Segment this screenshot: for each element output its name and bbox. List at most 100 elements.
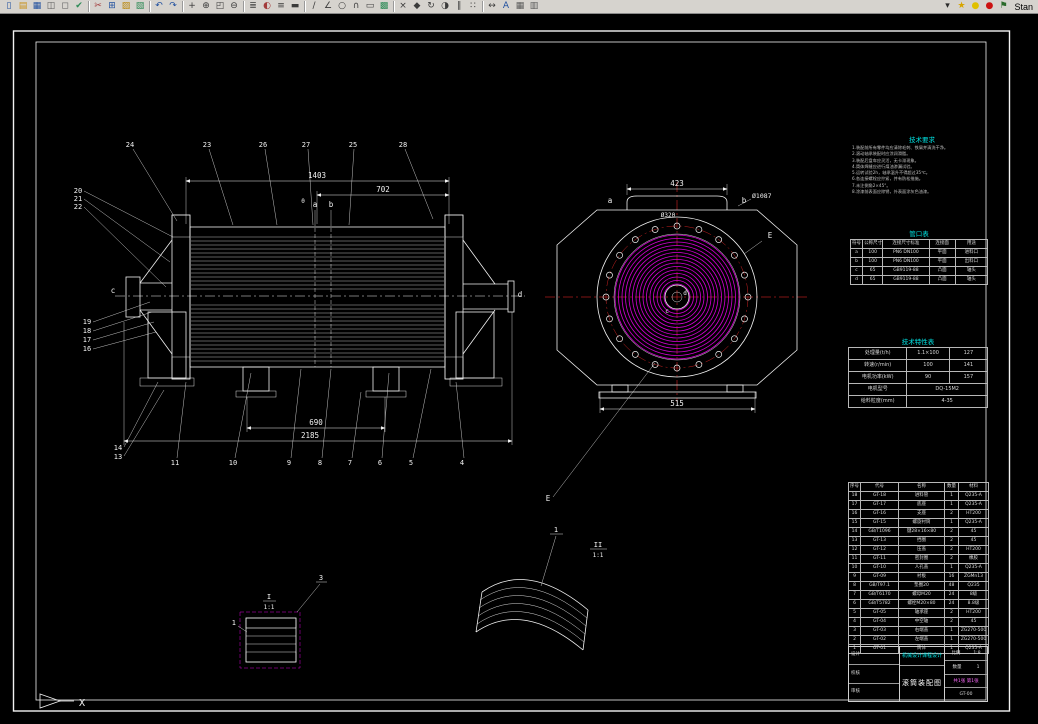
style-icon[interactable]: ★ (954, 0, 968, 13)
dimension-text: Ø320 (661, 212, 676, 219)
table-cell: 14 (848, 527, 861, 537)
table-row: 11 GT-11 密封圈 2 橡胶 (848, 554, 989, 564)
table-cell: GT-18 (860, 491, 899, 501)
cut-icon[interactable]: ✂ (91, 0, 105, 13)
zoom-window-icon[interactable]: ◰ (213, 0, 227, 13)
table-row: 14 GB/T1096 键28×16×80 2 45 (848, 527, 989, 537)
table-icon[interactable]: ▦ (513, 0, 527, 13)
table-cell: 13 (848, 536, 861, 546)
save-icon[interactable]: ▦ (30, 0, 44, 13)
lineweight-icon[interactable]: ▬ (288, 0, 302, 13)
table-cell: 9 (848, 572, 861, 582)
table-cell: GT-15 (860, 518, 899, 528)
dimension-icon[interactable]: ↔ (485, 0, 499, 13)
toolbar-separator (243, 1, 244, 12)
notes-body: 1.装配前所有零件均应清除毛刺、铁屑并清洗干净。 2.滚动轴承装配时应涂润滑脂。 3… (852, 145, 992, 195)
balloon-number: 26 (259, 141, 267, 149)
tech-table-panel: 技术特性表 处理量(t/h) 1.1×100 127 转速(r/min) 100 141 电… (847, 336, 989, 408)
hatch-icon[interactable]: ▩ (377, 0, 391, 13)
tech-characteristics-table: 处理量(t/h) 1.1×100 127 转速(r/min) 100 141 电机功率(kW… (847, 347, 989, 408)
preview-icon[interactable]: ◻ (58, 0, 72, 13)
drawing-title: 滚筒装配图 (902, 679, 942, 688)
paste-icon[interactable]: ▨ (119, 0, 133, 13)
dropdown-arrow-icon[interactable]: ▾ (940, 0, 954, 13)
table-cell: b (849, 257, 864, 267)
table-cell: 橡胶 (958, 554, 989, 564)
table-cell: 12 (848, 545, 861, 555)
table-cell: HT200 (958, 509, 989, 519)
polyline-icon[interactable]: ∠ (321, 0, 335, 13)
table-cell: GT-03 (860, 626, 899, 636)
table-row: 电机功率(kW) 90 157 (847, 371, 989, 384)
toolbar-icon-group: ▯ ▤ ▦ ◫ ◻ ✔ ✂ ⊞ ▨ ▧ ↶ ↷ + ⊕ ◰ ⊖ ≣ ◐ ≡ ▬ ∕ ∠ ○ ∩ ▭ ▩ × ◆ ↻ ◑ ∥ ∷ ↔ A ▦ ▥ (2, 0, 541, 13)
circle-icon[interactable]: ○ (335, 0, 349, 13)
new-icon[interactable]: ▯ (2, 0, 16, 13)
table-cell: PN6 DN100 (882, 248, 930, 258)
table-cell: Q235-A (958, 518, 989, 528)
table-cell: GB/T97.1 (860, 581, 899, 591)
erase-icon[interactable]: × (396, 0, 410, 13)
balloon-number: 27 (302, 141, 310, 149)
redo-icon[interactable]: ↷ (166, 0, 180, 13)
copy-icon[interactable]: ⊞ (105, 0, 119, 13)
linetype-icon[interactable]: ≡ (274, 0, 288, 13)
drum-winding-lines (191, 236, 444, 362)
table-cell: GT-13 (860, 536, 899, 546)
table-cell: GB/T6170 (860, 590, 899, 600)
table-cell: 6 (848, 599, 861, 609)
properties-icon[interactable]: ▥ (527, 0, 541, 13)
table-cell: 2 (848, 635, 861, 645)
balloon-number: 9 (287, 459, 291, 467)
rectangle-icon[interactable]: ▭ (363, 0, 377, 13)
layer-color-icon[interactable]: ◐ (260, 0, 274, 13)
table-cell: 1 (944, 500, 959, 510)
table-cell: GB/T1096 (860, 527, 899, 537)
company-name: 机械设计课程设计 (900, 647, 944, 666)
table-row: c 65 GB9119-88 凸面 轴头 (849, 266, 989, 276)
arc-icon[interactable]: ∩ (349, 0, 363, 13)
table-cell: 100 (862, 257, 884, 267)
rotate-icon[interactable]: ↻ (424, 0, 438, 13)
table-row: 9 GT-09 衬板 16 ZGMn13 (848, 572, 989, 582)
table-cell: Q235-A (958, 491, 989, 501)
offset-icon[interactable]: ∥ (452, 0, 466, 13)
undo-icon[interactable]: ↶ (152, 0, 166, 13)
table-cell: ZG270-500 (958, 635, 989, 645)
mirror-icon[interactable]: ◑ (438, 0, 452, 13)
table-row: 电机型号 DQ-15M2 (847, 383, 988, 396)
zoom-out-icon[interactable]: ⊖ (227, 0, 241, 13)
record-icon[interactable]: ● (982, 0, 996, 13)
table-cell: 右端盖 (898, 626, 945, 636)
text-icon[interactable]: A (499, 0, 513, 13)
toolbar-right-group: ▾ ★ ● ● ⚑ Stan (940, 0, 1036, 13)
column-header: 连接面 (928, 239, 956, 249)
match-properties-icon[interactable]: ▧ (133, 0, 147, 13)
table-cell: 24 (944, 590, 959, 600)
detail-view-i: 1 3 I 1:1 (232, 574, 327, 669)
move-icon[interactable]: ◆ (410, 0, 424, 13)
toolbar-separator (182, 1, 183, 12)
spell-icon[interactable]: ✔ (72, 0, 86, 13)
pan-icon[interactable]: + (185, 0, 199, 13)
table-row: d 65 GB9119-88 凸面 轴头 (849, 275, 989, 285)
table-cell: GB/T5782 (860, 599, 899, 609)
section-label: b (329, 200, 334, 209)
layers-icon[interactable]: ≣ (246, 0, 260, 13)
zoom-realtime-icon[interactable]: ⊕ (199, 0, 213, 13)
balloon-number: 5 (409, 459, 413, 467)
field-label: 审核 (851, 689, 860, 695)
table-cell: 1 (944, 563, 959, 573)
table-cell: 转速(r/min) (847, 359, 908, 372)
nozzle-table: 符号 公称尺寸 连接尺寸标准 连接面 用途 a 100 PN6 DN100 平面 进料口 b 100 P… (849, 239, 989, 285)
array-icon[interactable]: ∷ (466, 0, 480, 13)
balloon-number: 19 (83, 318, 91, 326)
flag-icon[interactable]: ⚑ (996, 0, 1010, 13)
bulb-icon[interactable]: ● (968, 0, 982, 13)
axis-label: X (79, 698, 85, 709)
open-icon[interactable]: ▤ (16, 0, 30, 13)
line-icon[interactable]: ∕ (307, 0, 321, 13)
table-cell: 2 (944, 608, 959, 618)
table-cell: 5 (848, 608, 861, 618)
plot-icon[interactable]: ◫ (44, 0, 58, 13)
table-cell: 衬板 (898, 572, 945, 582)
